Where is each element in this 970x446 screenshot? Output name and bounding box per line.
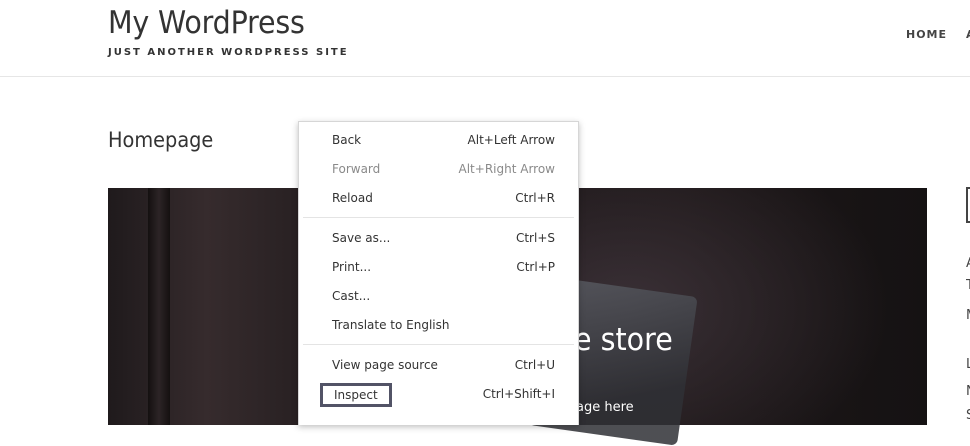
menu-item-shortcut: Alt+Left Arrow [467, 133, 555, 147]
menu-item-back[interactable]: Back Alt+Left Arrow [299, 127, 578, 155]
header-divider [0, 76, 970, 77]
menu-separator [303, 344, 574, 345]
menu-item-shortcut: Ctrl+Shift+I [482, 387, 555, 401]
menu-item-translate[interactable]: Translate to English [299, 312, 578, 340]
menu-item-shortcut: Ctrl+S [515, 231, 555, 245]
page-title: Homepage [108, 128, 214, 152]
menu-item-view-source[interactable]: View page source Ctrl+U [299, 352, 578, 380]
menu-item-save-as[interactable]: Save as... Ctrl+S [299, 225, 578, 253]
menu-item-label: Translate to English [332, 318, 450, 332]
menu-item-label: View page source [332, 358, 438, 372]
menu-separator [303, 217, 574, 218]
sidebar-fragment: A [966, 256, 970, 271]
menu-item-shortcut: Ctrl+P [516, 260, 555, 274]
site-tagline: JUST ANOTHER WORDPRESS SITE [108, 47, 349, 58]
menu-item-label: Print... [332, 260, 372, 274]
menu-item-reload[interactable]: Reload Ctrl+R [299, 185, 578, 213]
sidebar-search-box[interactable] [966, 187, 970, 223]
menu-item-label: Cast... [332, 289, 371, 303]
sidebar-fragment: N [966, 384, 970, 399]
sidebar-fragment: T [966, 278, 970, 293]
sidebar-fragment: L [966, 357, 970, 372]
menu-item-label: Reload [332, 191, 373, 205]
sidebar-fragment: M [966, 308, 970, 323]
menu-item-label: Save as... [332, 231, 391, 245]
menu-item-label: Inspect [320, 383, 392, 407]
menu-item-shortcut: Alt+Right Arrow [458, 162, 555, 176]
menu-item-inspect[interactable]: Inspect Ctrl+Shift+I [299, 381, 578, 409]
menu-item-cast[interactable]: Cast... [299, 283, 578, 311]
hero-door-post [148, 188, 170, 425]
hero-heading: e store [574, 322, 673, 358]
menu-item-label: Forward [332, 162, 381, 176]
site-title[interactable]: My WordPress [108, 5, 305, 41]
menu-item-label: Back [332, 133, 362, 147]
sidebar-fragment: S [966, 408, 970, 423]
menu-item-forward: Forward Alt+Right Arrow [299, 156, 578, 184]
browser-context-menu: Back Alt+Left Arrow Forward Alt+Right Ar… [298, 121, 579, 425]
hero-subheading: age here [576, 400, 634, 415]
menu-item-print[interactable]: Print... Ctrl+P [299, 254, 578, 282]
nav-item-next[interactable]: A [966, 28, 970, 41]
nav-item-home[interactable]: HOME [906, 28, 947, 41]
menu-item-shortcut: Ctrl+U [514, 358, 555, 372]
menu-item-shortcut: Ctrl+R [515, 191, 555, 205]
